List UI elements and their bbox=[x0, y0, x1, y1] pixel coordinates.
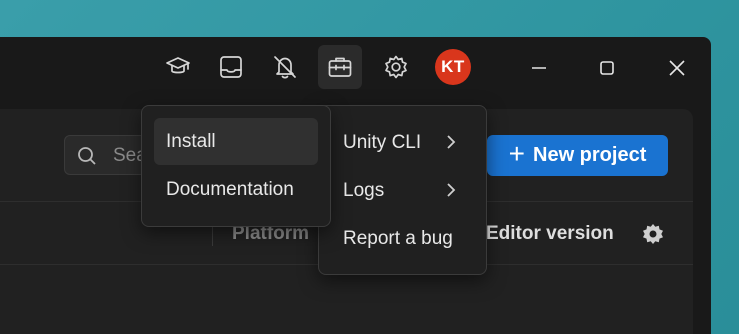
chevron-right-icon bbox=[444, 133, 458, 151]
column-divider[interactable] bbox=[212, 224, 213, 246]
avatar[interactable]: KT bbox=[435, 49, 471, 85]
minimize-icon[interactable] bbox=[522, 51, 556, 85]
menu-item-logs[interactable]: Logs bbox=[331, 167, 474, 214]
unity-cli-submenu: Install Documentation bbox=[141, 105, 331, 227]
column-editor-version[interactable]: Editor version bbox=[486, 223, 614, 245]
menu-item-label: Report a bug bbox=[343, 227, 453, 249]
notifications-off-icon[interactable] bbox=[263, 45, 307, 89]
menu-item-install[interactable]: Install bbox=[154, 118, 318, 165]
new-project-button[interactable]: + New project bbox=[487, 135, 668, 176]
inbox-icon[interactable] bbox=[209, 45, 253, 89]
plus-icon: + bbox=[508, 138, 525, 169]
menu-item-documentation[interactable]: Documentation bbox=[154, 166, 318, 213]
search-icon bbox=[78, 147, 96, 165]
new-project-label: New project bbox=[533, 144, 647, 166]
menu-item-label: Install bbox=[166, 130, 216, 152]
close-icon[interactable] bbox=[660, 51, 694, 85]
toolbox-icon[interactable] bbox=[318, 45, 362, 89]
toolbox-submenu: Unity CLI Logs Report a bug bbox=[318, 105, 487, 275]
menu-item-unity-cli[interactable]: Unity CLI bbox=[331, 119, 474, 166]
title-bar: KT bbox=[0, 37, 711, 99]
menu-item-label: Logs bbox=[343, 179, 385, 201]
menu-item-label: Unity CLI bbox=[343, 131, 422, 153]
chevron-right-icon bbox=[444, 181, 458, 199]
maximize-icon[interactable] bbox=[590, 51, 624, 85]
settings-icon[interactable] bbox=[374, 45, 418, 89]
gear-icon[interactable] bbox=[640, 221, 666, 247]
menu-item-label: Documentation bbox=[166, 178, 294, 200]
learn-icon[interactable] bbox=[156, 45, 200, 89]
menu-item-report-bug[interactable]: Report a bug bbox=[331, 215, 474, 262]
